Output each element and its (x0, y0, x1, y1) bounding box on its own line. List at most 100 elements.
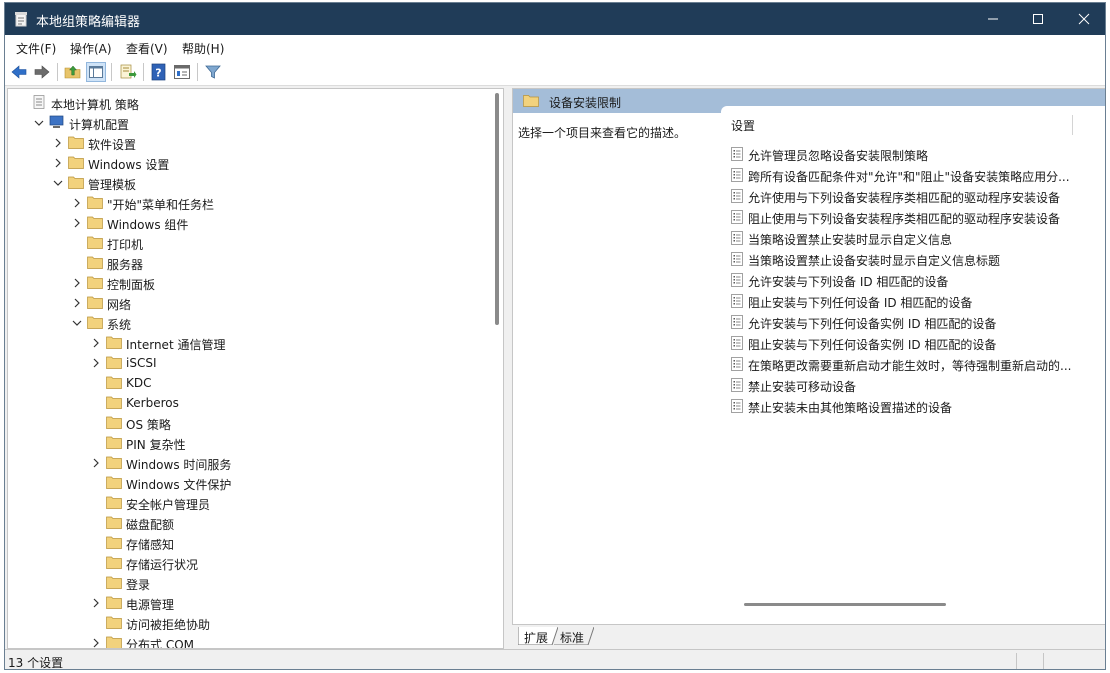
up-folder-button[interactable] (63, 62, 83, 82)
tree-item[interactable]: PIN 复杂性 (91, 433, 488, 453)
policy-row[interactable]: 允许安装与下列任何设备实例 ID 相匹配的设备 (731, 312, 1097, 333)
chevron-right-icon[interactable] (72, 278, 82, 288)
policy-row[interactable]: 在策略更改需要重新启动才能生效时，等待强制重新启动的... (731, 354, 1097, 375)
policy-row[interactable]: 允许安装与下列设备 ID 相匹配的设备 (731, 270, 1097, 291)
back-button[interactable] (9, 62, 29, 82)
policy-row[interactable]: 当策略设置禁止设备安装时显示自定义信息标题 (731, 249, 1097, 270)
folder-icon (106, 516, 122, 529)
show-hide-tree-button[interactable] (86, 62, 106, 82)
tree-item-label: 打印机 (107, 238, 144, 252)
tree-item[interactable]: 本地计算机 策略 (16, 93, 488, 113)
policy-row[interactable]: 允许管理员忽略设备安装限制策略 (731, 144, 1097, 165)
status-divider (1043, 653, 1044, 669)
tree-item[interactable]: 控制面板 (72, 273, 488, 293)
tree-item-label: KDC (126, 376, 152, 390)
tree-item[interactable]: 打印机 (72, 233, 488, 253)
tree-item[interactable]: 软件设置 (53, 133, 488, 153)
policy-row[interactable]: 禁止安装可移动设备 (731, 375, 1097, 396)
help-button[interactable]: ? (149, 62, 169, 82)
column-header-setting[interactable]: 设置 (731, 117, 755, 134)
chevron-right-icon[interactable] (72, 298, 82, 308)
chevron-down-icon[interactable] (34, 118, 44, 128)
policy-row[interactable]: 跨所有设备匹配条件对"允许"和"阻止"设备安装策略应用分... (731, 165, 1097, 186)
chevron-right-icon[interactable] (91, 358, 101, 368)
tree-item[interactable]: Windows 文件保护 (91, 473, 488, 493)
description-area: 选择一个项目来查看它的描述。 (513, 113, 723, 624)
policy-row[interactable]: 阻止使用与下列设备安装程序类相匹配的驱动程序安装设备 (731, 207, 1097, 228)
tree-item[interactable]: 系统 (72, 313, 488, 333)
tree-item[interactable]: Windows 组件 (72, 213, 488, 233)
forward-button[interactable] (32, 62, 52, 82)
tree-item[interactable]: 网络 (72, 293, 488, 313)
chevron-down-icon[interactable] (72, 318, 82, 328)
tree-item-label: 服务器 (107, 258, 144, 272)
export-list-button[interactable] (118, 62, 138, 82)
tree-item[interactable]: 存储感知 (91, 533, 488, 553)
policy-row[interactable]: 当策略设置禁止安装时显示自定义信息 (731, 228, 1097, 249)
policy-setting-icon (731, 231, 743, 245)
tree-item-label: 安全帐户管理员 (126, 498, 211, 512)
menu-action[interactable]: 操作(A) (70, 40, 112, 57)
policy-setting-icon (731, 210, 743, 224)
folder-icon (106, 496, 122, 509)
tree-item[interactable]: 电源管理 (91, 593, 488, 613)
filter-button[interactable] (203, 62, 223, 82)
menu-view[interactable]: 查看(V) (126, 40, 168, 57)
close-button[interactable] (1061, 3, 1105, 35)
help-icon: ? (151, 63, 166, 81)
policy-row[interactable]: 阻止安装与下列任何设备实例 ID 相匹配的设备 (731, 333, 1097, 354)
tab-standard[interactable]: 标准 (554, 627, 594, 645)
policy-setting-icon (731, 252, 743, 266)
tree-item[interactable]: 计算机配置 (34, 113, 488, 133)
chevron-right-icon[interactable] (72, 198, 82, 208)
tree-item[interactable]: Internet 通信管理 (91, 333, 488, 353)
policy-label: 阻止使用与下列设备安装程序类相匹配的驱动程序安装设备 (748, 212, 1061, 226)
policy-row[interactable]: 允许使用与下列设备安装程序类相匹配的驱动程序安装设备 (731, 186, 1097, 207)
chevron-right-icon[interactable] (53, 138, 63, 148)
chevron-right-icon[interactable] (72, 218, 82, 228)
policy-row[interactable]: 阻止安装与下列任何设备 ID 相匹配的设备 (731, 291, 1097, 312)
tree-item[interactable]: Windows 时间服务 (91, 453, 488, 473)
column-separator[interactable] (1072, 115, 1073, 135)
chevron-right-icon[interactable] (53, 158, 63, 168)
policy-label: 跨所有设备匹配条件对"允许"和"阻止"设备安装策略应用分... (748, 170, 1070, 184)
tree-item[interactable]: "开始"菜单和任务栏 (72, 193, 488, 213)
tree-item[interactable]: iSCSI (91, 353, 488, 373)
tree-item[interactable]: 访问被拒绝协助 (91, 613, 488, 633)
tree-item[interactable]: Windows 设置 (53, 153, 488, 173)
menu-help[interactable]: 帮助(H) (182, 40, 224, 57)
properties-button[interactable] (172, 62, 192, 82)
policy-setting-icon (731, 378, 743, 392)
chevron-right-icon[interactable] (91, 638, 101, 648)
tree-item[interactable]: 服务器 (72, 253, 488, 273)
tree-item[interactable]: 管理模板 (53, 173, 488, 193)
tree-item-label: PIN 复杂性 (126, 438, 186, 452)
filter-icon (205, 65, 221, 79)
chevron-right-icon[interactable] (91, 598, 101, 608)
chevron-right-icon[interactable] (91, 458, 101, 468)
policy-label: 允许安装与下列设备 ID 相匹配的设备 (748, 275, 949, 289)
policy-row[interactable]: 禁止安装未由其他策略设置描述的设备 (731, 396, 1097, 417)
tree-scrollbar[interactable] (495, 93, 499, 325)
tree-item[interactable]: OS 策略 (91, 413, 488, 433)
tree-item[interactable]: KDC (91, 373, 488, 393)
folder-icon (106, 556, 122, 569)
maximize-button[interactable] (1015, 3, 1061, 35)
tree-item-label: 网络 (107, 298, 132, 312)
tab-extended[interactable]: 扩展 (518, 627, 558, 645)
chevron-down-icon[interactable] (53, 178, 63, 188)
chevron-right-icon[interactable] (91, 338, 101, 348)
tree-item[interactable]: Kerberos (91, 393, 488, 413)
tree-item-label: Kerberos (126, 396, 179, 410)
tree-item[interactable]: 登录 (91, 573, 488, 593)
tree-item[interactable]: 安全帐户管理员 (91, 493, 488, 513)
tree-item[interactable]: 分布式 COM (91, 633, 488, 648)
window-title: 本地组策略编辑器 (36, 15, 141, 30)
menu-file[interactable]: 文件(F) (16, 40, 56, 57)
minimize-button[interactable] (970, 3, 1016, 35)
tree-item[interactable]: 磁盘配额 (91, 513, 488, 533)
toolbar-separator (57, 63, 58, 81)
tree-item[interactable]: 存储运行状况 (91, 553, 488, 573)
folder-icon (106, 376, 122, 389)
settings-horizontal-scrollbar[interactable] (744, 603, 946, 606)
